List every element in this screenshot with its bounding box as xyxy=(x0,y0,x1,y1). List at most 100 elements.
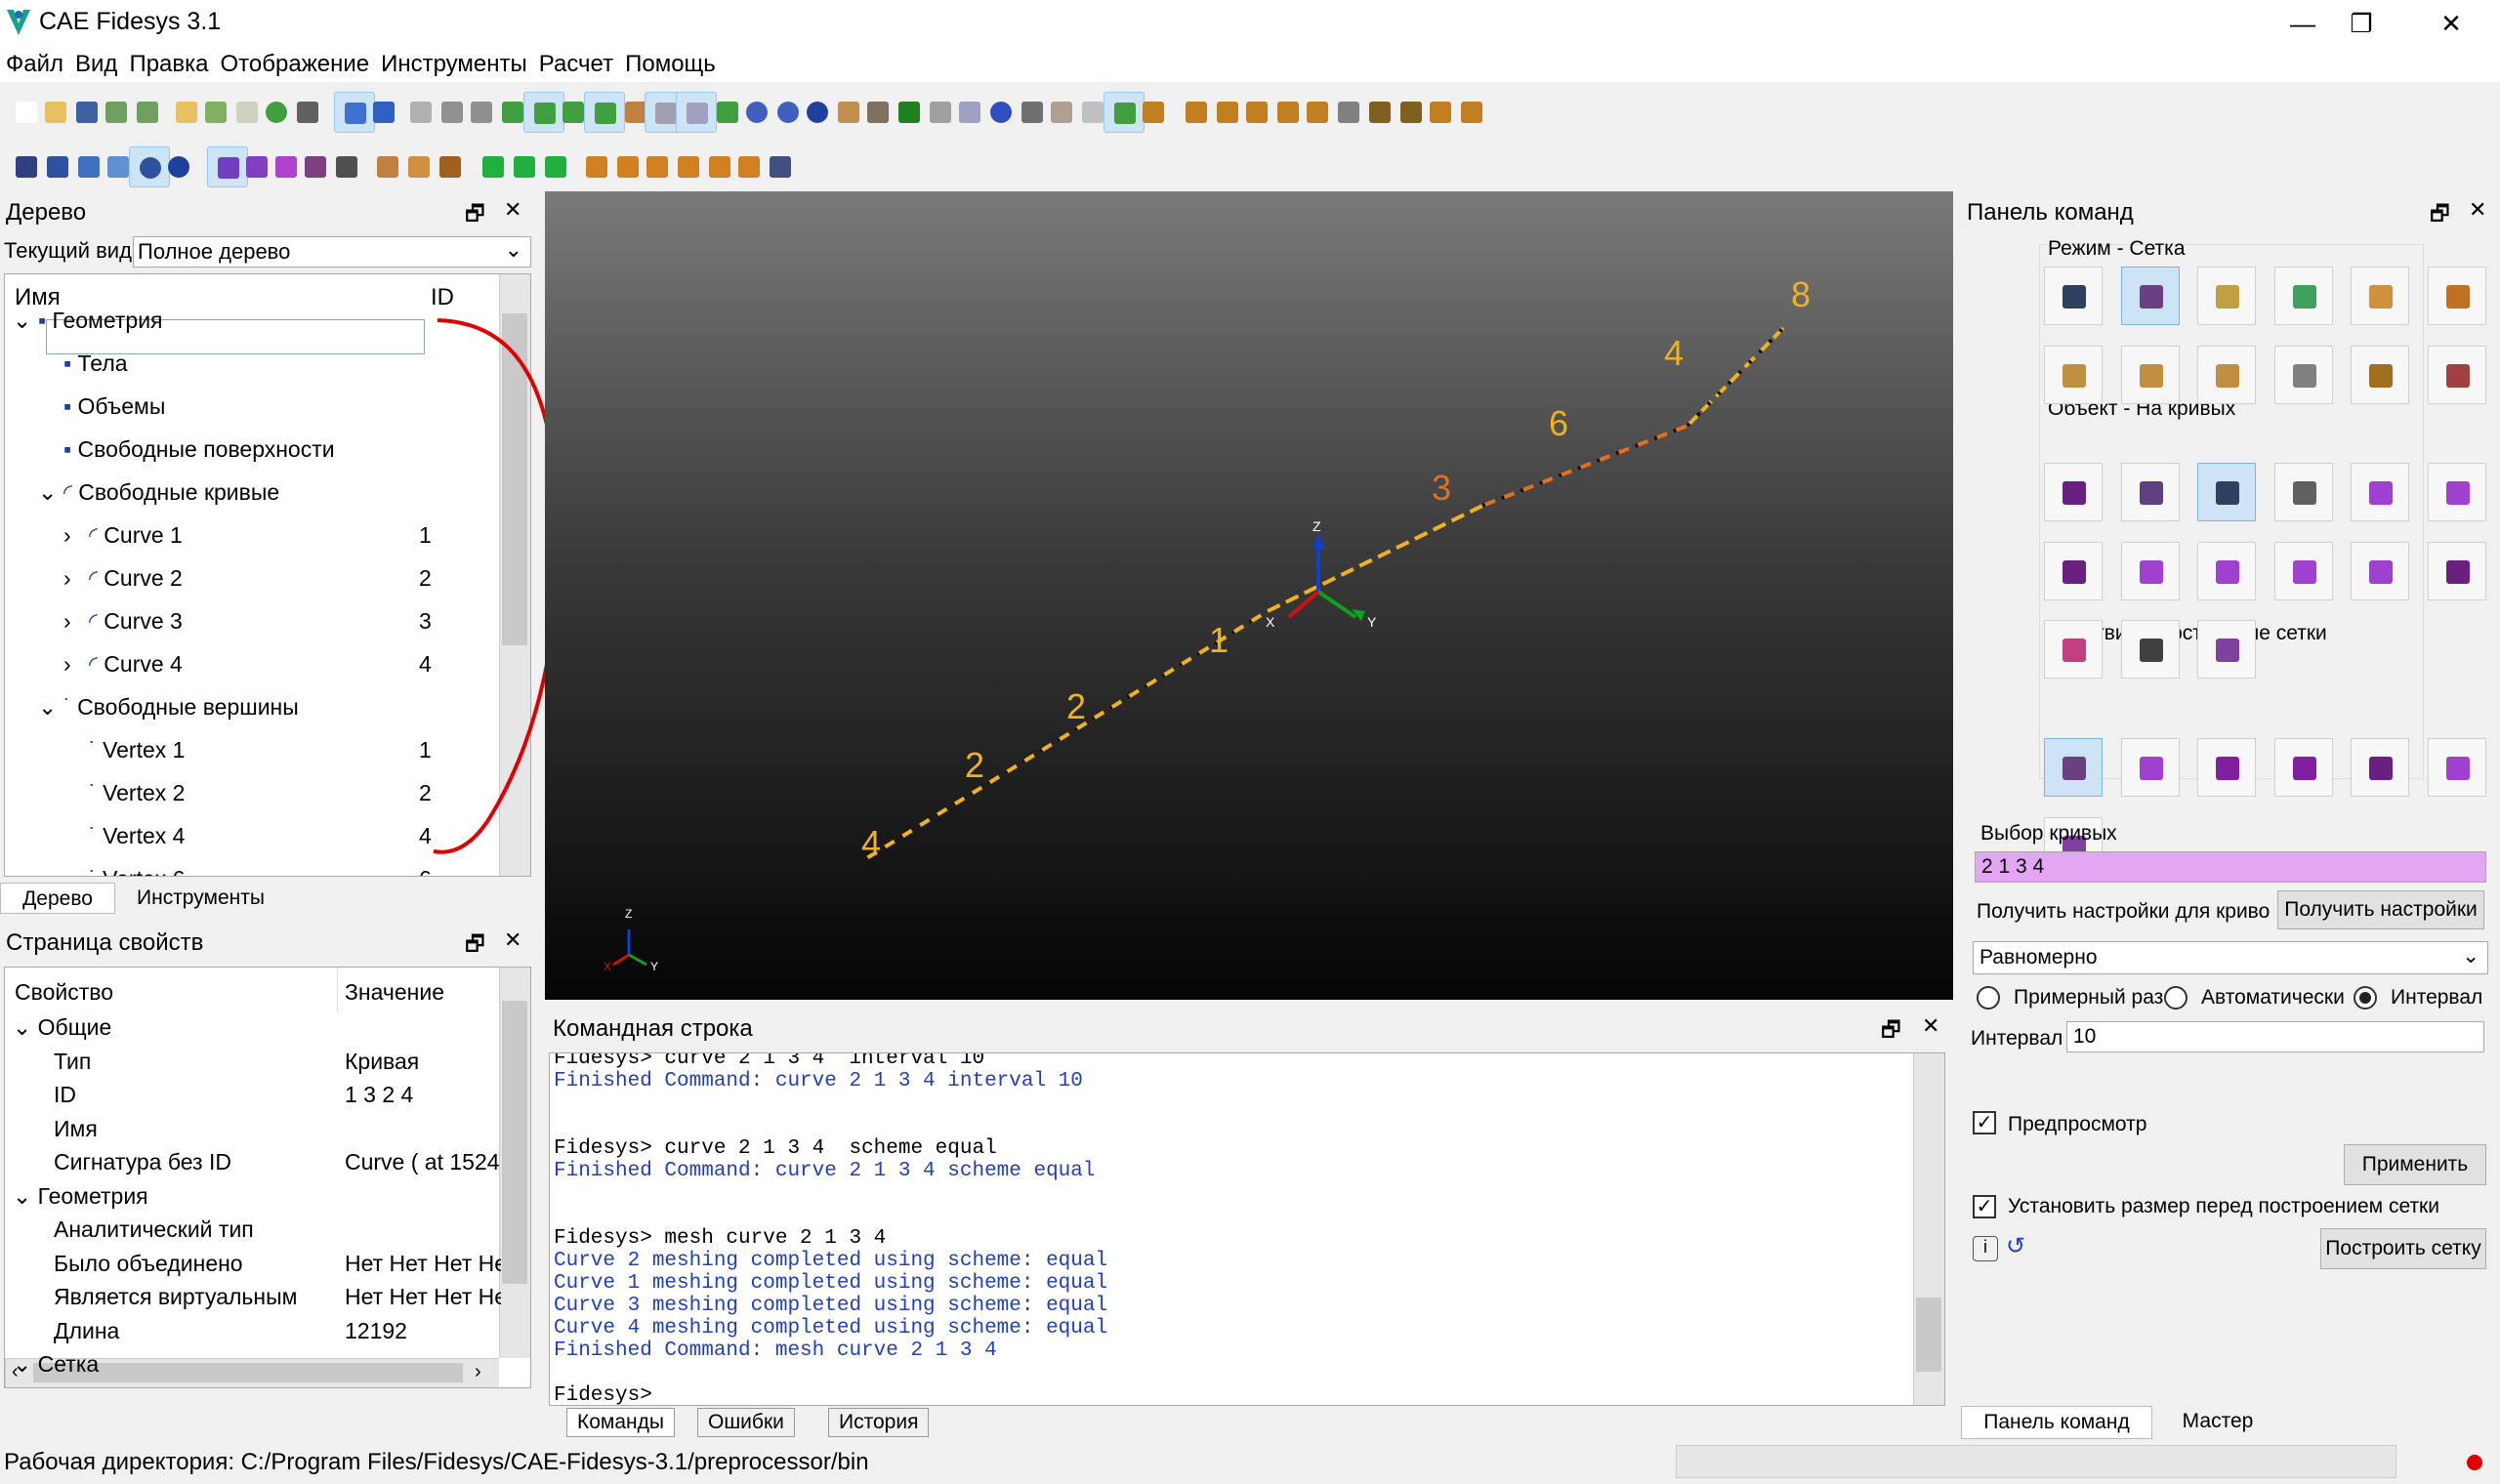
get-curve-settings-label[interactable]: Получить настройки для криво xyxy=(1977,900,2270,924)
undock-icon[interactable]: 🗗 xyxy=(2430,197,2450,234)
tree-item[interactable]: ⌄ ▪ Геометрия xyxy=(13,308,163,343)
property-row[interactable]: ID 1 3 2 4 xyxy=(54,1082,413,1117)
expand-arrow-icon[interactable]: ⌄ xyxy=(13,1351,38,1377)
obj-grid-button[interactable] xyxy=(2120,620,2180,680)
mesh-curve-button[interactable] xyxy=(2273,267,2333,325)
expand-arrow-icon[interactable]: ⌄ xyxy=(13,1183,38,1209)
property-group[interactable]: ⌄ Сетка xyxy=(13,1351,99,1386)
preview-checkbox[interactable]: ✓ xyxy=(1973,1111,1996,1134)
menu-item-3[interactable]: Отображение xyxy=(215,47,376,78)
tree-item[interactable]: ˙ Vertex 44 xyxy=(63,823,432,858)
act-grid-button[interactable] xyxy=(2427,738,2486,797)
obj-table-button[interactable] xyxy=(2197,620,2256,680)
interval-input[interactable]: 10 xyxy=(2066,1021,2484,1052)
measure-button[interactable] xyxy=(1133,92,1174,133)
tree-item[interactable]: ˙ Vertex 22 xyxy=(63,780,432,815)
maximize-button[interactable]: ❐ xyxy=(2326,0,2396,47)
create-vertex-button[interactable] xyxy=(158,146,199,187)
tools-button[interactable] xyxy=(287,92,328,133)
apply-button[interactable]: Применить xyxy=(2344,1144,2486,1185)
radio-interval[interactable] xyxy=(2354,986,2377,1010)
menu-item-4[interactable]: Инструменты xyxy=(375,47,533,78)
tree-item[interactable]: › ◜ Curve 11 xyxy=(63,522,432,557)
obj-node-button[interactable] xyxy=(2120,541,2180,600)
reset-icon[interactable]: ↺ xyxy=(2006,1232,2025,1260)
expand-arrow-icon[interactable]: ⌄ xyxy=(38,479,63,506)
property-row[interactable]: Сетка построена Нет Нет Нет Не xyxy=(54,1385,501,1388)
cmd-scrollbar[interactable] xyxy=(1913,1053,1944,1405)
property-row[interactable]: Тип Кривая xyxy=(54,1049,419,1084)
curve-selection-field[interactable]: 2 1 3 4 xyxy=(1975,851,2486,883)
obj-edge-button[interactable] xyxy=(2273,541,2333,600)
radio-auto[interactable] xyxy=(2164,986,2188,1010)
tab-tree[interactable]: Дерево xyxy=(0,883,115,914)
act-delete-button[interactable] xyxy=(2351,738,2409,797)
expand-arrow-icon[interactable]: ⌄ xyxy=(38,694,63,721)
scroll-right-icon[interactable]: › xyxy=(475,1361,481,1383)
mesh-time-button[interactable] xyxy=(2120,345,2180,404)
scroll-thumb[interactable] xyxy=(1916,1298,1941,1372)
close-icon[interactable]: ✕ xyxy=(1922,1013,1939,1039)
obj-plus-button[interactable] xyxy=(2351,541,2409,600)
property-row[interactable]: Было объединено Нет Нет Нет Не xyxy=(54,1251,501,1286)
info-icon[interactable]: i xyxy=(1973,1236,1998,1261)
property-row[interactable]: Аналитический тип xyxy=(54,1216,254,1252)
radio-approx[interactable] xyxy=(1977,986,2000,1010)
tree-item[interactable]: ▪ Свободные поверхности xyxy=(38,436,335,472)
mesh-elem-button[interactable] xyxy=(2427,267,2486,325)
more-button[interactable] xyxy=(1451,92,1492,133)
expand-arrow-icon[interactable]: ⌄ xyxy=(13,1014,38,1040)
model-canvas[interactable]: 4 2 2 1 3 6 4 8 Z Y X Z Y X xyxy=(545,191,1953,1000)
property-row[interactable]: Имя xyxy=(54,1116,98,1151)
obj-axis-button[interactable] xyxy=(2427,541,2486,600)
menu-item-5[interactable]: Расчет xyxy=(533,47,619,78)
undock-icon[interactable]: 🗗 xyxy=(465,928,485,965)
obj-group-button[interactable] xyxy=(2351,463,2409,522)
menu-item-6[interactable]: Помощь xyxy=(619,47,722,78)
mesh-body-button[interactable] xyxy=(2044,267,2103,325)
menu-item-1[interactable]: Вид xyxy=(69,47,123,78)
mesh-node-button[interactable] xyxy=(2351,267,2409,325)
obj-link-button[interactable] xyxy=(2044,620,2103,680)
close-icon[interactable]: ✕ xyxy=(2469,197,2486,223)
collapse-arrow-icon[interactable]: › xyxy=(63,608,89,635)
undock-icon[interactable]: 🗗 xyxy=(1881,1013,1901,1051)
export-button[interactable] xyxy=(127,92,168,133)
tab-tools[interactable]: Инструменты xyxy=(137,886,265,910)
tab-commands[interactable]: Команды xyxy=(566,1408,675,1437)
act-bulb-button[interactable] xyxy=(2120,738,2180,797)
mesh-volume-button[interactable] xyxy=(2120,267,2180,325)
tree-item[interactable]: ⌄ ˙ Свободные вершины xyxy=(38,694,299,729)
obj-vertex-button[interactable] xyxy=(2273,463,2333,522)
tree-item[interactable]: ˙ Vertex 11 xyxy=(63,737,432,772)
mesh-quality-button[interactable] xyxy=(2197,345,2256,404)
property-row[interactable]: Длина 12192 xyxy=(54,1318,407,1353)
command-output[interactable]: Fidesys> curve 2 1 3 4 interval 10 Finish… xyxy=(549,1052,1945,1406)
collapse-arrow-icon[interactable]: › xyxy=(63,565,89,592)
scroll-thumb[interactable] xyxy=(502,1001,527,1284)
graphics-viewport[interactable]: 4 2 2 1 3 6 4 8 Z Y X Z Y X xyxy=(545,191,1953,1000)
tab-history[interactable]: История xyxy=(828,1408,930,1437)
bbox-button[interactable] xyxy=(430,146,471,187)
obj-tri-button[interactable] xyxy=(2197,541,2256,600)
get-settings-button[interactable]: Получить настройки xyxy=(2277,890,2484,929)
close-button[interactable]: ✕ xyxy=(2416,0,2486,47)
property-group[interactable]: ⌄ Геометрия xyxy=(13,1183,148,1218)
obj-star-button[interactable] xyxy=(2427,463,2486,522)
act-copy-button[interactable] xyxy=(2273,738,2333,797)
property-row[interactable]: Является виртуальным Нет Нет Нет Не xyxy=(54,1284,501,1319)
obj-surface-button[interactable] xyxy=(2120,463,2180,522)
obj-curve-button[interactable] xyxy=(2197,463,2256,522)
tab-command-panel[interactable]: Панель команд xyxy=(1961,1406,2152,1439)
expand-arrow-icon[interactable]: ⌄ xyxy=(13,308,38,334)
mesh-delete-button[interactable] xyxy=(2427,345,2486,404)
props-scrollbar[interactable] xyxy=(499,968,530,1358)
stop-button[interactable] xyxy=(535,146,576,187)
tree-item[interactable]: › ◜ Curve 22 xyxy=(63,565,432,600)
axes-button[interactable] xyxy=(326,146,367,187)
mesh-smooth-button[interactable] xyxy=(2351,345,2409,404)
mesh-refine-button[interactable] xyxy=(2273,345,2333,404)
error-indicator-icon[interactable] xyxy=(2467,1455,2482,1470)
tree-item[interactable]: › ◜ Curve 33 xyxy=(63,608,432,643)
close-icon[interactable]: ✕ xyxy=(504,197,521,223)
